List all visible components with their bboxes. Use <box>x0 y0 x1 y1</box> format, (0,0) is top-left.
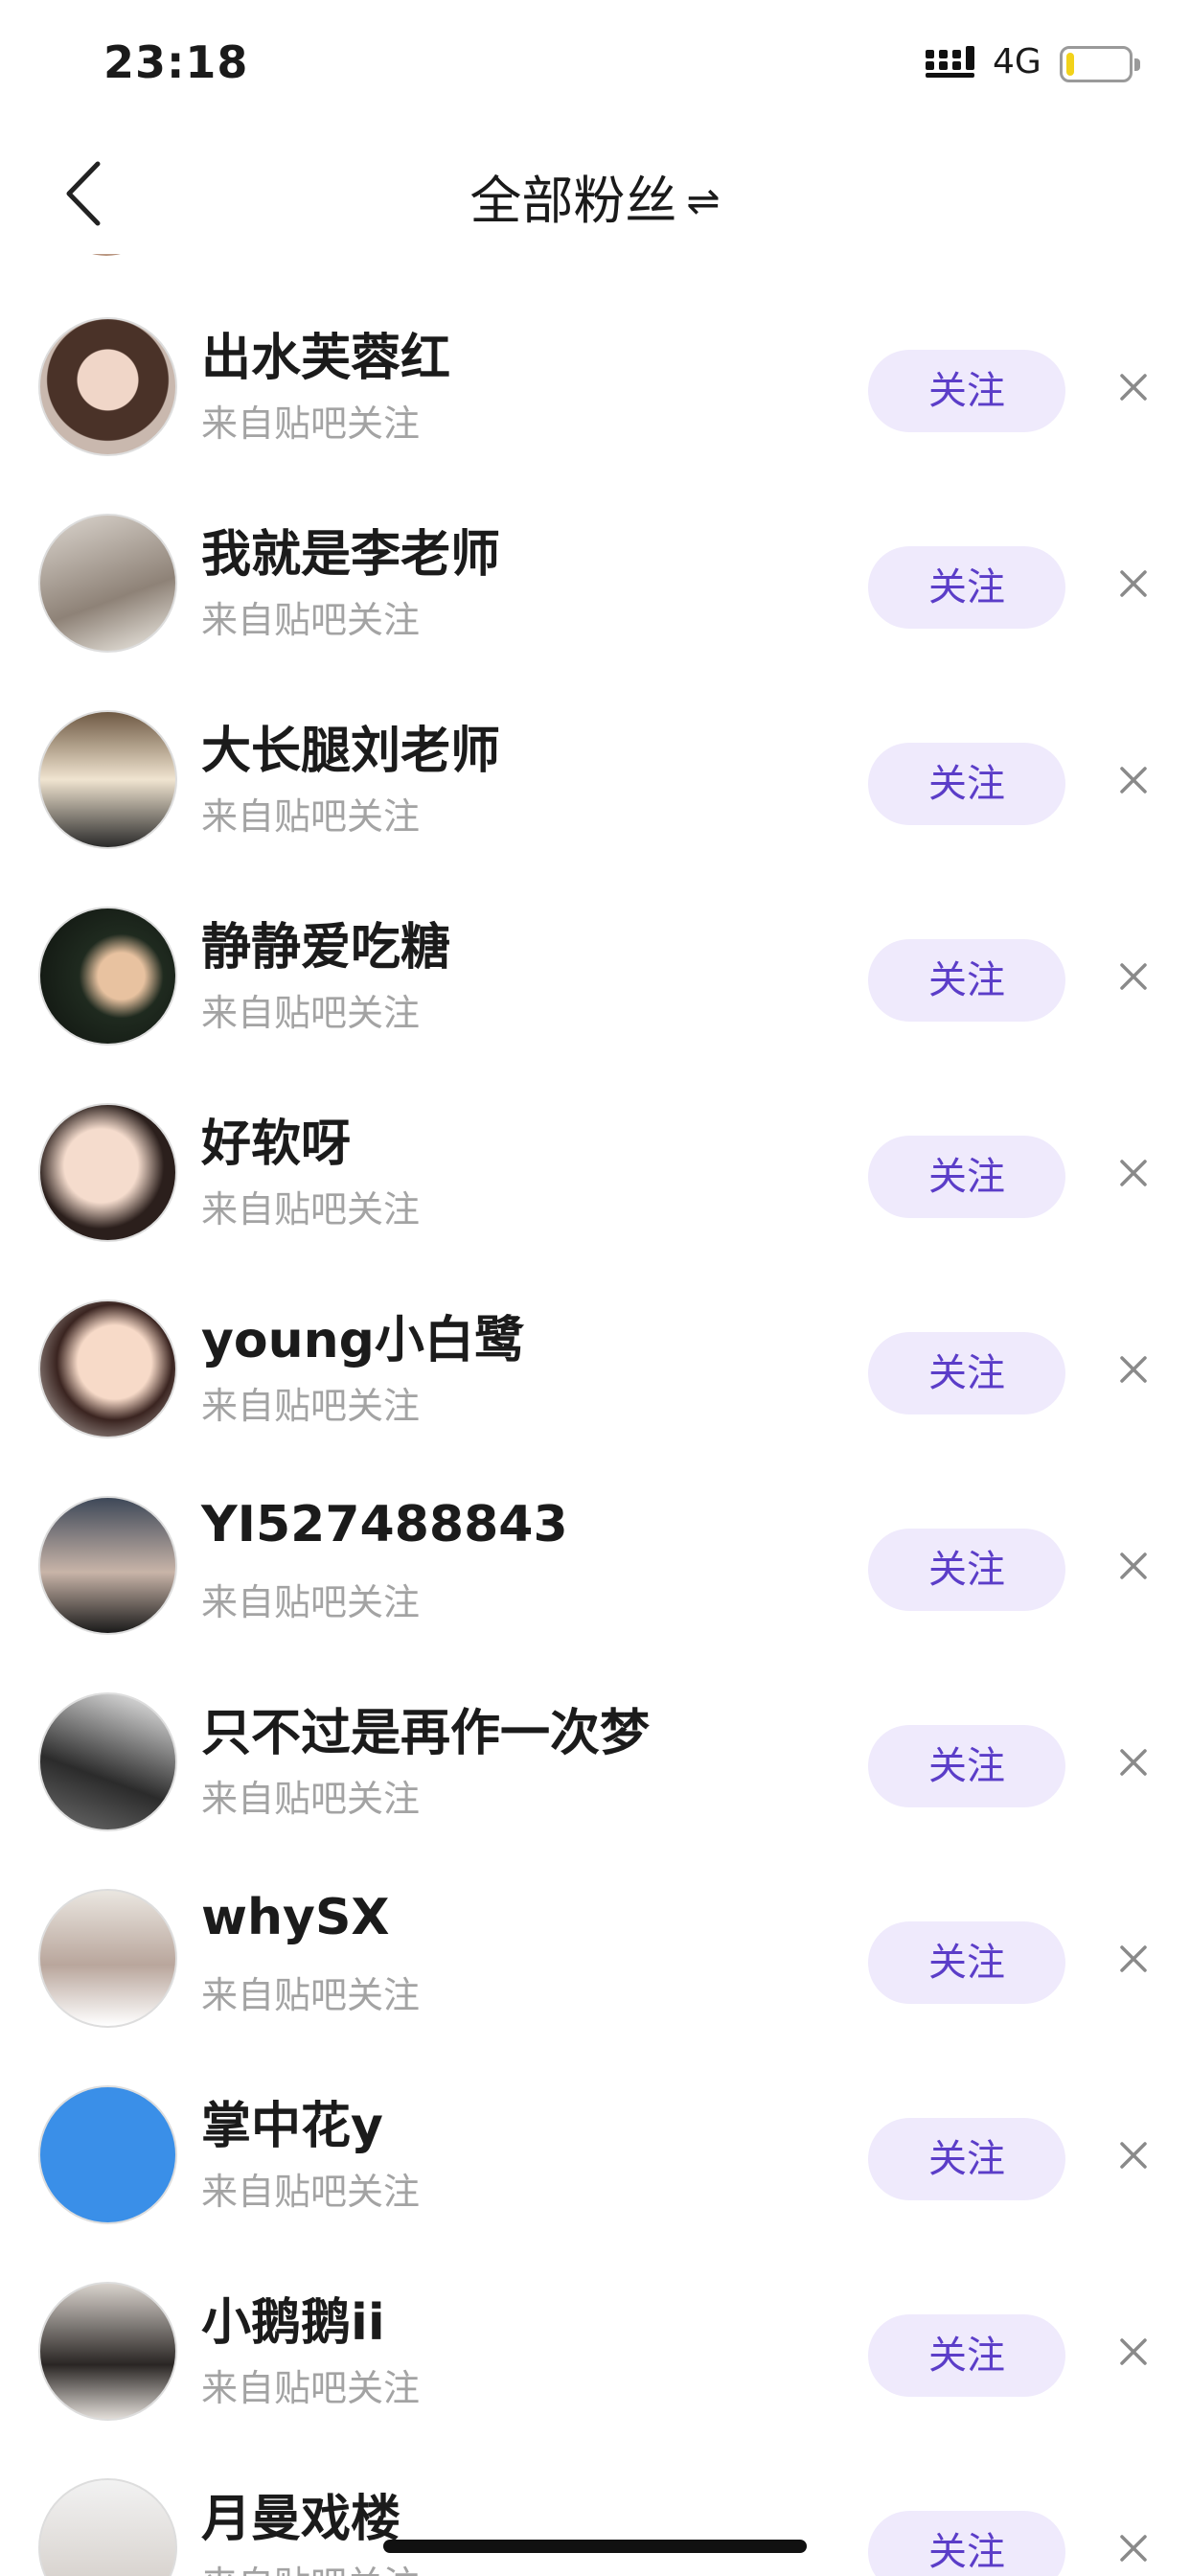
follow-button[interactable]: 关注 <box>868 939 1065 1022</box>
remove-fan-close-icon[interactable] <box>1114 1154 1153 1192</box>
navigation-header: 全部粉丝 ⇌ <box>0 129 1190 254</box>
follow-button[interactable]: 关注 <box>868 546 1065 629</box>
fan-username[interactable]: 静静爱吃糖 <box>201 907 450 978</box>
fan-username[interactable]: 掌中花y <box>201 2085 383 2157</box>
fan-source-label: 来自贴吧关注 <box>201 2555 420 2576</box>
fan-source-label: 来自贴吧关注 <box>201 1188 421 1230</box>
follow-button[interactable]: 关注 <box>868 2118 1065 2200</box>
follow-button[interactable]: 关注 <box>868 1136 1065 1218</box>
fan-row[interactable]: 月曼戏楼来自贴吧关注 关注 <box>0 2430 1190 2576</box>
fans-list[interactable]: 出水芙蓉红 来自贴吧关注 关注 我就是李老师 来自贴吧关注 关注 大长腿刘老师 来自贴吧关注关… <box>0 254 1190 2576</box>
fan-row[interactable]: 大长腿刘老师来自贴吧关注 关注 <box>0 662 1190 859</box>
follow-button[interactable]: 关注 <box>868 350 1065 432</box>
network-type: 4G <box>993 42 1041 81</box>
fan-source-label: 来自贴吧关注 <box>201 402 421 445</box>
remove-fan-close-icon[interactable] <box>1114 2529 1153 2567</box>
fan-row[interactable]: 只不过是再作一次梦来自贴吧关注 关注 <box>0 1644 1190 1841</box>
remove-fan-close-icon[interactable] <box>1114 2333 1153 2371</box>
avatar[interactable] <box>38 2085 177 2224</box>
fan-source-label: 来自贴吧关注 <box>201 1385 421 1427</box>
follow-button[interactable]: 关注 <box>868 1725 1065 1807</box>
fan-source-label: 来自贴吧关注 <box>201 1974 421 2016</box>
battery-icon <box>1060 46 1140 82</box>
avatar[interactable] <box>38 1103 177 1242</box>
fan-username[interactable]: 出水芙蓉红 <box>201 317 450 389</box>
fan-row[interactable]: 出水芙蓉红来自贴吧关注 关注 <box>0 269 1190 466</box>
remove-fan-close-icon[interactable] <box>1114 368 1153 406</box>
fan-username[interactable]: young小白鹭 <box>201 1300 524 1371</box>
page-title[interactable]: 全部粉丝 ⇌ <box>0 158 1190 234</box>
avatar[interactable] <box>38 514 177 653</box>
fan-source-label: 来自贴吧关注 <box>201 2171 421 2213</box>
remove-fan-close-icon[interactable] <box>1114 564 1153 603</box>
fan-source-label: 来自贴吧关注 <box>201 599 421 641</box>
avatar[interactable] <box>38 1889 177 2028</box>
fan-row[interactable]: 我就是李老师来自贴吧关注 关注 <box>0 466 1190 662</box>
fan-source-label: 来自贴吧关注 <box>201 2367 421 2409</box>
avatar[interactable] <box>38 907 177 1046</box>
battery-level <box>1066 53 1074 76</box>
remove-fan-close-icon[interactable] <box>1114 2136 1153 2174</box>
fan-row[interactable]: 小鹅鹅ii 来自贴吧关注 关注 <box>0 2234 1190 2430</box>
remove-fan-close-icon[interactable] <box>1114 1547 1153 1585</box>
follow-button[interactable]: 关注 <box>868 2511 1065 2576</box>
fan-username[interactable]: 我就是李老师 <box>201 514 500 586</box>
avatar[interactable] <box>38 1692 177 1831</box>
fan-username[interactable]: YI527488843 <box>201 1496 568 1553</box>
fan-row[interactable]: whySX 来自贴吧关注 关注 <box>0 1841 1190 2037</box>
status-time: 23:18 <box>103 36 249 88</box>
remove-fan-close-icon[interactable] <box>1114 1940 1153 1978</box>
fan-source-label: 来自贴吧关注 <box>201 795 421 838</box>
follow-button[interactable]: 关注 <box>868 1921 1065 2004</box>
page-title-text: 全部粉丝 <box>469 171 677 231</box>
fan-username[interactable]: whySX <box>201 1889 390 1946</box>
remove-fan-close-icon[interactable] <box>1114 1743 1153 1782</box>
avatar[interactable] <box>38 2478 177 2576</box>
avatar[interactable] <box>38 317 177 456</box>
avatar[interactable] <box>38 710 177 849</box>
follow-button[interactable]: 关注 <box>868 743 1065 825</box>
fan-username[interactable]: 小鹅鹅ii <box>201 2282 385 2354</box>
fan-username[interactable]: 大长腿刘老师 <box>201 710 500 782</box>
swap-icon[interactable]: ⇌ <box>686 177 720 224</box>
signal-strength-icon <box>926 46 974 78</box>
fan-username[interactable]: 好软呀 <box>201 1103 351 1175</box>
home-indicator <box>383 2540 807 2553</box>
fan-row[interactable]: 静静爱吃糖来自贴吧关注 关注 <box>0 859 1190 1055</box>
fan-source-label: 来自贴吧关注 <box>201 992 421 1034</box>
fan-row[interactable]: 好软呀来自贴吧关注 关注 <box>0 1055 1190 1252</box>
fan-row[interactable]: 掌中花y 来自贴吧关注 关注 <box>0 2037 1190 2234</box>
follow-button[interactable]: 关注 <box>868 2314 1065 2397</box>
avatar[interactable] <box>53 254 160 256</box>
fan-source-label: 来自贴吧关注 <box>201 1581 421 1623</box>
remove-fan-close-icon[interactable] <box>1114 957 1153 996</box>
fan-row[interactable]: YI527488843 来自贴吧关注 关注 <box>0 1448 1190 1644</box>
status-bar: 23:18 4G <box>0 0 1190 129</box>
remove-fan-close-icon[interactable] <box>1114 1350 1153 1389</box>
remove-fan-close-icon[interactable] <box>1114 761 1153 799</box>
fan-username[interactable]: 月曼戏楼 <box>201 2478 400 2550</box>
fan-source-label: 来自贴吧关注 <box>201 1778 421 1820</box>
avatar[interactable] <box>38 2282 177 2421</box>
follow-button[interactable]: 关注 <box>868 1529 1065 1611</box>
follow-button[interactable]: 关注 <box>868 1332 1065 1414</box>
avatar[interactable] <box>38 1496 177 1635</box>
fan-row[interactable]: young小白鹭来自贴吧关注 关注 <box>0 1252 1190 1448</box>
avatar[interactable] <box>38 1300 177 1438</box>
fan-username[interactable]: 只不过是再作一次梦 <box>201 1692 650 1764</box>
